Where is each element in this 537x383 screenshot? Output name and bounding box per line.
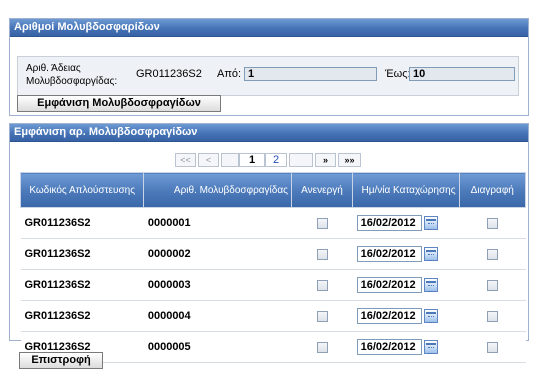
cell-registration-date: 16/02/2012 [352,207,460,239]
cell-registration-date: 16/02/2012 [352,300,460,332]
col-header-delete[interactable]: Διαγραφή [458,172,527,208]
calendar-icon[interactable] [423,309,438,323]
cell-code: GR011236S2 [20,300,144,332]
cell-seal-number: 0000004 [143,300,292,332]
from-input[interactable]: 1 [244,67,377,81]
seal-numbers-panel-title: Αριθμοί Μολυβδοσφαρίδων [10,19,528,37]
cell-inactive [291,207,353,239]
calendar-icon[interactable] [423,216,438,230]
col-header-code[interactable]: Κωδικός Απλούστευσης [19,172,145,208]
seal-numbers-panel: Αριθμοί Μολυβδοσφαρίδων Αριθ. Άδειας Μολ… [9,18,529,116]
table-row: GR011236S2 0000003 16/02/2012 [20,269,526,301]
cell-delete [459,331,526,363]
cell-registration-date: 16/02/2012 [352,331,460,363]
inactive-checkbox[interactable] [316,310,328,322]
date-input[interactable]: 16/02/2012 [356,277,422,293]
cell-delete [459,300,526,332]
col-header-registration-date[interactable]: Ημ/νία Καταχώρησης [352,172,460,208]
pager-first-button[interactable]: << [175,153,196,167]
range-box: Αριθ. Άδειας Μολυβδοσφαργίδας: GR011236S… [17,56,519,96]
to-label: Έως: [385,68,411,80]
pager-next-button[interactable]: » [315,153,336,167]
calendar-icon[interactable] [423,340,438,354]
cell-registration-date: 16/02/2012 [352,269,460,301]
col-header-inactive[interactable]: Ανενεργή [290,172,354,208]
to-input[interactable]: 10 [409,67,515,81]
cell-seal-number: 0000002 [143,238,292,270]
delete-checkbox[interactable] [486,341,498,353]
pager-spacer-2 [289,153,313,167]
pager-spacer [221,153,239,167]
cell-seal-number: 0000001 [143,207,292,239]
table-row: GR011236S2 0000002 16/02/2012 [20,238,526,270]
show-seals-button[interactable]: Εμφάνιση Μολυβδοσφραγίδων [17,95,221,112]
license-value: GR011236S2 [136,68,202,80]
cell-code: GR011236S2 [20,269,144,301]
seals-list-panel: Εμφάνιση αρ. Μολυβδοσφραγίδων << < 1 2 »… [9,123,529,363]
date-input[interactable]: 16/02/2012 [356,246,422,262]
seals-table: Κωδικός Απλούστευσης Αριθ. Μολυβδοσφραγί… [19,172,527,363]
col-header-seal-number[interactable]: Αριθ. Μολυβδοσφραγίδας [143,172,292,208]
from-label: Από: [217,68,242,80]
cell-delete [459,238,526,270]
date-input[interactable]: 16/02/2012 [356,308,422,324]
date-input[interactable]: 16/02/2012 [356,339,422,355]
cell-seal-number: 0000005 [143,331,292,363]
cell-delete [459,207,526,239]
calendar-icon[interactable] [423,247,438,261]
cell-inactive [291,300,353,332]
cell-code: GR011236S2 [20,238,144,270]
calendar-icon[interactable] [423,278,438,292]
pager-page-2[interactable]: 2 [265,153,287,167]
inactive-checkbox[interactable] [316,217,328,229]
table-row: GR011236S2 0000001 16/02/2012 [20,207,526,239]
delete-checkbox[interactable] [486,248,498,260]
delete-checkbox[interactable] [486,310,498,322]
cell-registration-date: 16/02/2012 [352,238,460,270]
delete-checkbox[interactable] [486,217,498,229]
table-row: GR011236S2 0000004 16/02/2012 [20,300,526,332]
delete-checkbox[interactable] [486,279,498,291]
license-label-line1: Αριθ. Άδειας [26,63,81,74]
seals-list-panel-title: Εμφάνιση αρ. Μολυβδοσφραγίδων [10,124,528,142]
cell-inactive [291,269,353,301]
date-input[interactable]: 16/02/2012 [356,215,422,231]
pager-prev-button[interactable]: < [198,153,219,167]
table-header-row: Κωδικός Απλούστευσης Αριθ. Μολυβδοσφραγί… [19,172,527,208]
cell-code: GR011236S2 [20,207,144,239]
back-button[interactable]: Επιστροφή [19,352,103,369]
inactive-checkbox[interactable] [316,341,328,353]
pager-page-1[interactable]: 1 [239,153,265,167]
pager-last-button[interactable]: »» [338,153,361,167]
inactive-checkbox[interactable] [316,248,328,260]
cell-inactive [291,331,353,363]
cell-inactive [291,238,353,270]
cell-seal-number: 0000003 [143,269,292,301]
inactive-checkbox[interactable] [316,279,328,291]
cell-delete [459,269,526,301]
license-label-line2: Μολυβδοσφαργίδας: [26,76,118,87]
